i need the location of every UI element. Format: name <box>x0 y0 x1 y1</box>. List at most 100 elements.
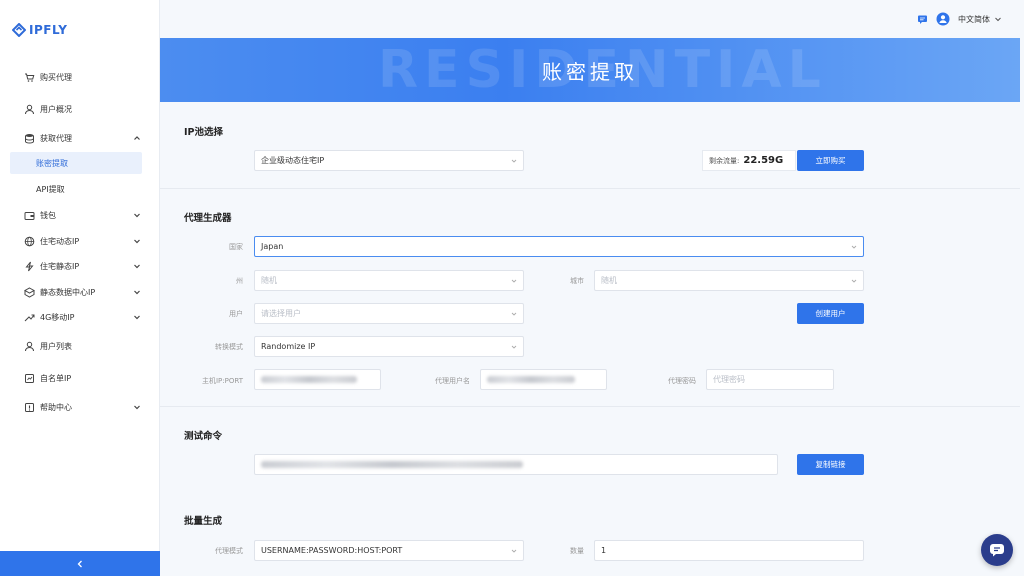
state-label: 州 <box>236 277 243 285</box>
rotation-value: Randomize IP <box>261 342 316 351</box>
redacted-username <box>487 376 575 383</box>
state-select[interactable]: 随机 <box>254 270 524 291</box>
proxy-password-field[interactable]: 代理密码 <box>706 369 834 390</box>
host-label: 主机IP:PORT <box>201 377 243 385</box>
sidebar-item-wallet[interactable]: 钱包 <box>0 204 160 226</box>
sidebar-item-static-datacenter[interactable]: 静态数据中心IP <box>0 281 160 303</box>
topbar-actions: 中文简体 <box>917 11 1002 27</box>
chevron-left-icon <box>77 560 82 567</box>
avatar-icon[interactable] <box>936 12 950 26</box>
globe-icon <box>24 236 35 247</box>
country-label: 国家 <box>229 243 243 251</box>
proxy-mode-label: 代理模式 <box>215 547 243 555</box>
chevron-down-icon <box>134 239 140 244</box>
server-icon <box>24 286 35 298</box>
chevron-down-icon <box>851 245 857 249</box>
redacted-command <box>261 461 523 468</box>
sidebar-item-label: 4G移动IP <box>40 312 75 322</box>
chevron-down-icon <box>851 279 857 283</box>
sidebar-item-residential-dynamic[interactable]: 住宅动态IP <box>0 230 160 252</box>
buy-now-button[interactable]: 立即购买 <box>797 150 864 171</box>
users-icon <box>24 341 35 352</box>
chevron-down-icon <box>134 315 140 320</box>
count-input[interactable]: 1 <box>594 540 864 561</box>
sidebar-item-user-overview[interactable]: 用户概况 <box>0 98 160 120</box>
brand-name: IPFLY <box>29 23 68 37</box>
sidebar-item-label: API提取 <box>36 184 65 194</box>
language-label: 中文简体 <box>958 14 990 24</box>
rotation-select[interactable]: Randomize IP <box>254 336 524 357</box>
signal-icon <box>24 312 35 323</box>
host-port-field[interactable] <box>254 369 381 390</box>
test-section-title: 测试命令 <box>184 431 223 442</box>
sidebar-item-label: 住宅动态IP <box>40 236 80 246</box>
country-select[interactable]: Japan <box>254 236 864 257</box>
state-placeholder: 随机 <box>261 276 277 285</box>
redacted-host <box>261 376 357 383</box>
sidebar-item-label: 帮助中心 <box>40 402 72 412</box>
main-content: IP池选择 企业级动态住宅IP 剩余流量: 22.59G 立即购买 代理生成器 … <box>160 102 1020 576</box>
sidebar: IPFLY 购买代理 用户概况 获取代理 账密提取 API提取 钱包 住宅动态I… <box>0 0 160 576</box>
sidebar-item-label: 获取代理 <box>40 133 72 143</box>
page-title: 账密提取 <box>542 60 638 84</box>
city-select[interactable]: 随机 <box>594 270 864 291</box>
divider <box>160 406 1020 407</box>
chevron-down-icon <box>511 345 517 349</box>
language-selector[interactable]: 中文简体 <box>958 14 1002 25</box>
help-icon <box>24 402 35 413</box>
sidebar-item-help-center[interactable]: 帮助中心 <box>0 396 160 418</box>
sidebar-item-get-proxy[interactable]: 获取代理 <box>0 127 160 149</box>
count-label: 数量 <box>570 547 584 555</box>
bolt-icon <box>24 261 35 272</box>
chevron-down-icon <box>511 159 517 163</box>
chevron-down-icon <box>511 549 517 553</box>
sidebar-item-residential-static[interactable]: 住宅静态IP <box>0 255 160 277</box>
proxy-pass-label: 代理密码 <box>668 377 696 385</box>
wallet-icon <box>24 210 35 221</box>
list-icon <box>24 373 35 384</box>
traffic-label: 剩余流量: <box>709 156 740 165</box>
create-user-button[interactable]: 创建用户 <box>797 303 864 324</box>
copy-link-button[interactable]: 复制链接 <box>797 454 864 475</box>
chat-icon <box>990 544 1004 557</box>
collapse-sidebar-button[interactable] <box>0 551 160 576</box>
sidebar-item-account-extract[interactable]: 账密提取 <box>10 152 142 174</box>
message-icon[interactable] <box>917 14 928 25</box>
traffic-value: 22.59G <box>743 155 784 166</box>
ip-pool-select[interactable]: 企业级动态住宅IP <box>254 150 524 171</box>
sidebar-item-buy-proxy[interactable]: 购买代理 <box>0 66 160 88</box>
divider <box>160 188 1020 189</box>
chevron-down-icon <box>511 279 517 283</box>
sidebar-item-label: 钱包 <box>40 210 56 220</box>
sidebar-item-label: 用户概况 <box>40 104 72 114</box>
city-label: 城市 <box>570 277 584 285</box>
chevron-down-icon <box>134 405 140 410</box>
sidebar-item-api-extract[interactable]: API提取 <box>0 178 160 200</box>
chevron-down-icon <box>134 264 140 269</box>
sidebar-item-4g-mobile[interactable]: 4G移动IP <box>0 306 160 328</box>
sidebar-item-user-list[interactable]: 用户列表 <box>0 335 160 357</box>
user-placeholder: 请选择用户 <box>261 309 301 318</box>
batch-section-title: 批量生成 <box>184 516 223 527</box>
sidebar-item-label: 账密提取 <box>36 158 68 168</box>
user-label: 用户 <box>229 310 243 318</box>
country-value: Japan <box>261 242 284 251</box>
logo-icon <box>12 23 26 37</box>
user-select[interactable]: 请选择用户 <box>254 303 524 324</box>
chevron-down-icon <box>995 17 1001 22</box>
sidebar-item-label: 购买代理 <box>40 72 72 82</box>
proxy-mode-select[interactable]: USERNAME:PASSWORD:HOST:PORT <box>254 540 524 561</box>
logo[interactable]: IPFLY <box>12 22 67 38</box>
chat-support-button[interactable] <box>981 534 1013 566</box>
test-command-field[interactable] <box>254 454 778 475</box>
user-icon <box>24 104 35 115</box>
rotation-label: 转换模式 <box>215 343 243 351</box>
chevron-down-icon <box>134 290 140 295</box>
page-banner: RESIDENTIAL 账密提取 <box>160 38 1020 102</box>
count-value: 1 <box>601 546 607 555</box>
chevron-up-icon <box>134 136 140 140</box>
sidebar-item-whitelist-ip[interactable]: 自名单IP <box>0 367 160 389</box>
proxy-username-field[interactable] <box>480 369 607 390</box>
proxy-pass-placeholder: 代理密码 <box>713 375 745 384</box>
generator-section-title: 代理生成器 <box>184 213 232 224</box>
